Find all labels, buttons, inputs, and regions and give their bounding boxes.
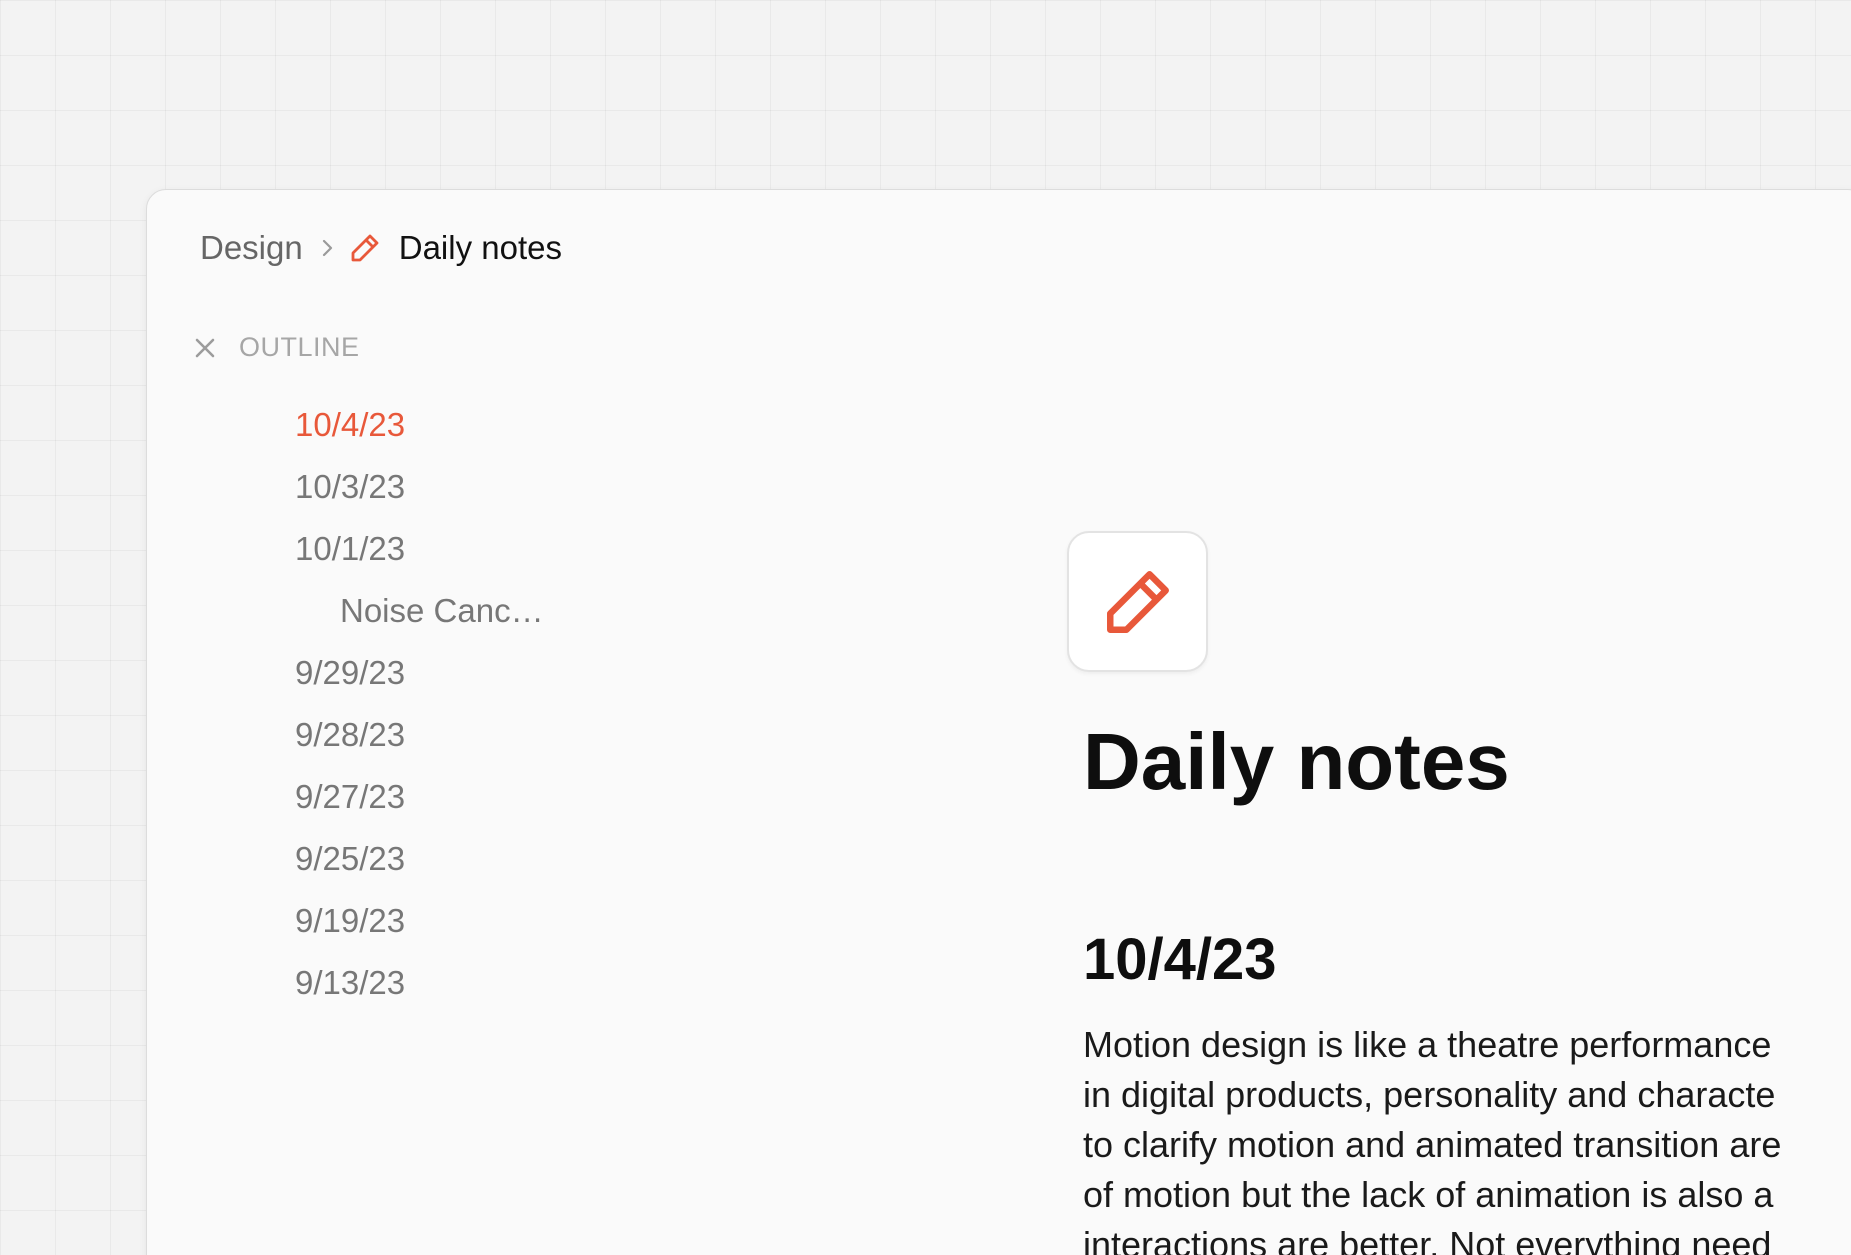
outline-item-9-25-23[interactable]: 9/25/23 <box>295 828 544 890</box>
breadcrumb: Design Daily notes <box>200 228 562 268</box>
outline-item-9-19-23[interactable]: 9/19/23 <box>295 890 544 952</box>
body-line: to clarify motion and animated transitio… <box>1083 1124 1782 1165</box>
body-line: Motion design is like a theatre performa… <box>1083 1024 1772 1065</box>
outline-list: 10/4/23 10/3/23 10/1/23 Noise Canc… 9/29… <box>295 394 544 1014</box>
body-line: in digital products, personality and cha… <box>1083 1074 1776 1115</box>
outline-item-10-4-23[interactable]: 10/4/23 <box>295 394 544 456</box>
pencil-icon <box>349 232 381 264</box>
breadcrumb-design[interactable]: Design <box>200 229 303 267</box>
body-paragraph: Motion design is like a theatre performa… <box>1083 1020 1851 1255</box>
outline-item-10-1-23[interactable]: 10/1/23 <box>295 518 544 580</box>
outline-item-noise-cancelling[interactable]: Noise Canc… <box>295 580 544 642</box>
outline-item-9-13-23[interactable]: 9/13/23 <box>295 952 544 1014</box>
outline-item-9-29-23[interactable]: 9/29/23 <box>295 642 544 704</box>
body-line: of motion but the lack of animation is a… <box>1083 1174 1774 1215</box>
close-icon[interactable] <box>191 334 219 362</box>
outline-item-10-3-23[interactable]: 10/3/23 <box>295 456 544 518</box>
body-line: interactions are better. Not everything … <box>1083 1224 1772 1255</box>
page-icon[interactable] <box>1067 531 1208 672</box>
outline-item-9-28-23[interactable]: 9/28/23 <box>295 704 544 766</box>
pencil-icon <box>1106 570 1169 633</box>
outline-item-9-27-23[interactable]: 9/27/23 <box>295 766 544 828</box>
page-title: Daily notes <box>1083 717 1510 806</box>
outline-title: OUTLINE <box>239 332 360 362</box>
breadcrumb-daily-notes[interactable]: Daily notes <box>399 229 562 267</box>
section-heading: 10/4/23 <box>1083 927 1277 992</box>
app-window: Design Daily notes OUTLINE 10/4/23 10/3/… <box>146 189 1851 1255</box>
outline-header: OUTLINE <box>191 332 360 363</box>
chevron-right-icon <box>321 237 335 259</box>
